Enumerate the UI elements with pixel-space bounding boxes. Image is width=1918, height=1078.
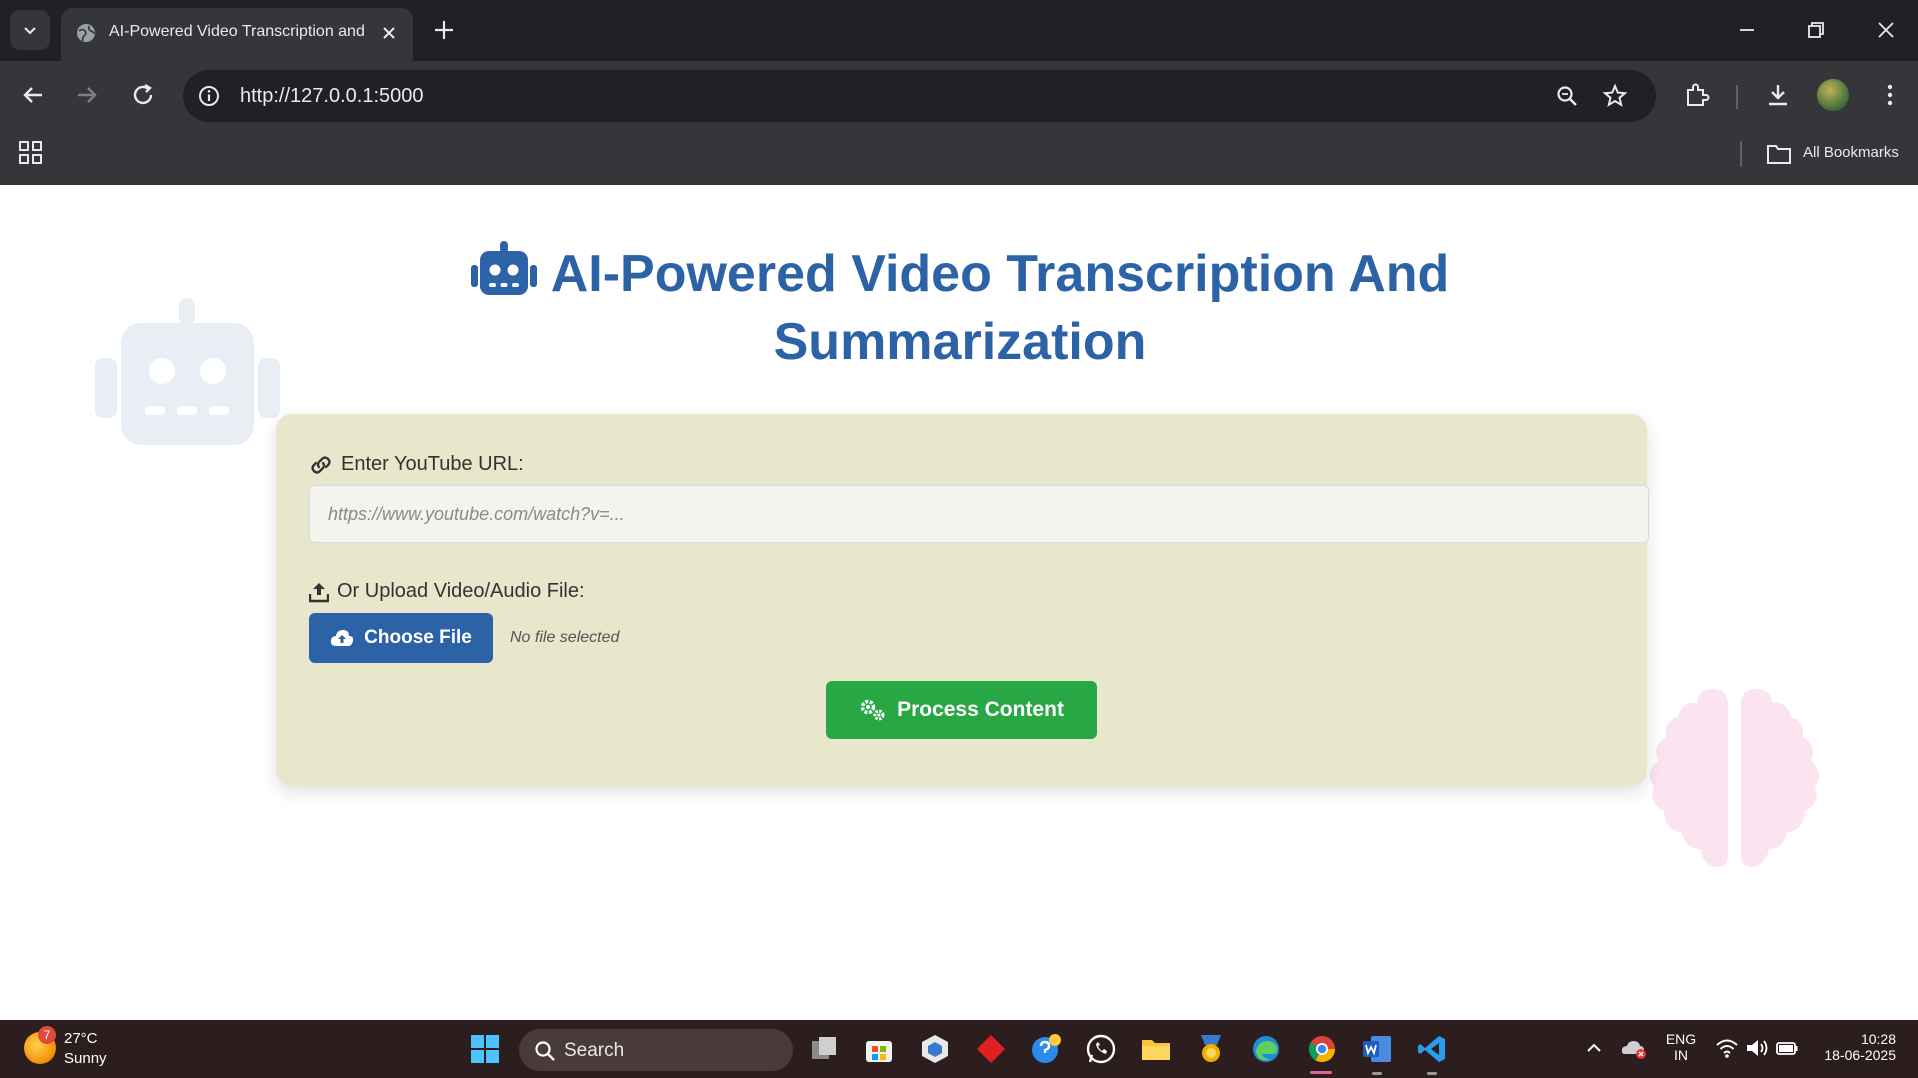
red-diamond-app-icon[interactable]	[975, 1033, 1007, 1065]
globe-icon	[77, 24, 95, 42]
language-indicator[interactable]: ENG IN	[1664, 1031, 1698, 1063]
task-view-icon[interactable]	[808, 1033, 840, 1065]
minimize-icon[interactable]	[1733, 16, 1761, 44]
new-tab-icon[interactable]	[431, 17, 457, 43]
tab-search-button[interactable]	[10, 10, 50, 50]
upload-label: Or Upload Video/Audio File:	[309, 580, 585, 603]
brain-decoration-icon	[1649, 689, 1820, 867]
chrome-active-indicator	[1310, 1071, 1332, 1074]
cloud-upload-icon	[331, 630, 354, 646]
apps-grid-icon[interactable]	[18, 140, 44, 166]
word-icon[interactable]	[1361, 1033, 1393, 1065]
clock[interactable]: 10:28 18-06-2025	[1810, 1031, 1910, 1063]
file-status-text: No file selected	[510, 629, 620, 646]
bookmark-star-icon[interactable]	[1601, 82, 1629, 110]
clock-time: 10:28	[1860, 1031, 1896, 1047]
upload-label-text: Or Upload Video/Audio File:	[337, 580, 585, 602]
word-running-indicator	[1372, 1072, 1382, 1075]
temperature[interactable]: 27°C	[64, 1030, 98, 1047]
close-window-icon[interactable]	[1872, 16, 1900, 44]
menu-kebab-icon[interactable]	[1875, 80, 1905, 110]
page-title: AI-Powered Video Transcription And Summa…	[380, 240, 1540, 376]
bookmarks-divider	[1740, 141, 1742, 167]
address-url[interactable]: http://127.0.0.1:5000	[240, 85, 424, 108]
tab-title: AI-Powered Video Transcription and S	[109, 23, 369, 40]
taskbar-search[interactable]: Search	[519, 1029, 793, 1071]
extensions-icon[interactable]	[1682, 80, 1712, 110]
windows-start-icon[interactable]	[469, 1033, 501, 1065]
address-bar[interactable]: http://127.0.0.1:5000	[183, 70, 1656, 122]
weather-badge: 7	[38, 1026, 56, 1044]
language-code: ENG	[1665, 1031, 1697, 1047]
windows-taskbar: 7 27°C Sunny Search ENG IN 10:28 18-06-2…	[0, 1020, 1918, 1078]
zoom-icon[interactable]	[1553, 82, 1581, 110]
volume-icon[interactable]	[1745, 1037, 1769, 1059]
vscode-icon[interactable]	[1416, 1033, 1448, 1065]
clock-date: 18-06-2025	[1824, 1047, 1896, 1063]
onedrive-status-icon[interactable]	[1620, 1034, 1648, 1062]
choose-file-button[interactable]: Choose File	[309, 613, 493, 663]
search-icon	[535, 1041, 555, 1061]
process-content-button[interactable]: Process Content	[826, 681, 1097, 739]
close-tab-icon[interactable]	[378, 22, 400, 44]
award-app-icon[interactable]	[1195, 1033, 1227, 1065]
upload-icon	[309, 582, 329, 602]
battery-icon[interactable]	[1775, 1037, 1799, 1059]
folder-icon[interactable]	[1766, 142, 1792, 166]
input-card: Enter YouTube URL: Or Upload Video/Audio…	[276, 414, 1649, 786]
whatsapp-icon[interactable]	[1085, 1033, 1117, 1065]
browser-tab[interactable]: AI-Powered Video Transcription and S	[61, 8, 413, 61]
edge-browser-icon[interactable]	[1250, 1033, 1282, 1065]
process-content-label: Process Content	[897, 698, 1064, 721]
chevron-down-icon	[24, 27, 36, 35]
cube-app-icon[interactable]	[919, 1033, 951, 1065]
gears-icon	[860, 699, 885, 721]
help-app-icon[interactable]	[1030, 1033, 1062, 1065]
restore-icon[interactable]	[1802, 16, 1830, 44]
forward-arrow-icon[interactable]	[71, 79, 103, 111]
back-arrow-icon[interactable]	[17, 79, 49, 111]
robot-decoration-icon	[95, 298, 280, 445]
all-bookmarks-link[interactable]: All Bookmarks	[1803, 144, 1899, 161]
url-label: Enter YouTube URL:	[309, 453, 524, 476]
toolbar-divider	[1736, 85, 1738, 109]
taskbar-search-label: Search	[564, 1040, 625, 1061]
browser-toolbar: http://127.0.0.1:5000	[0, 61, 1918, 131]
microsoft-store-icon[interactable]	[863, 1033, 895, 1065]
file-explorer-icon[interactable]	[1140, 1033, 1172, 1065]
url-label-text: Enter YouTube URL:	[341, 453, 524, 475]
download-icon[interactable]	[1763, 80, 1793, 110]
page-title-text: AI-Powered Video Transcription And Summa…	[550, 245, 1450, 371]
site-info-icon[interactable]	[195, 82, 223, 110]
vscode-running-indicator	[1427, 1072, 1437, 1075]
web-page: AI-Powered Video Transcription And Summa…	[0, 185, 1918, 1020]
browser-tab-bar: AI-Powered Video Transcription and S	[0, 0, 1918, 61]
bookmarks-bar	[0, 131, 1918, 186]
link-icon	[311, 455, 331, 474]
reload-icon[interactable]	[127, 79, 159, 111]
youtube-url-input[interactable]	[309, 485, 1649, 543]
choose-file-label: Choose File	[364, 627, 472, 648]
chrome-browser-icon[interactable]	[1306, 1033, 1338, 1065]
region-code: IN	[1674, 1047, 1688, 1063]
chevron-up-icon[interactable]	[1583, 1037, 1605, 1059]
robot-icon	[470, 241, 537, 295]
weather-condition[interactable]: Sunny	[64, 1050, 107, 1067]
profile-avatar[interactable]	[1817, 79, 1849, 111]
wifi-icon[interactable]	[1715, 1037, 1739, 1059]
